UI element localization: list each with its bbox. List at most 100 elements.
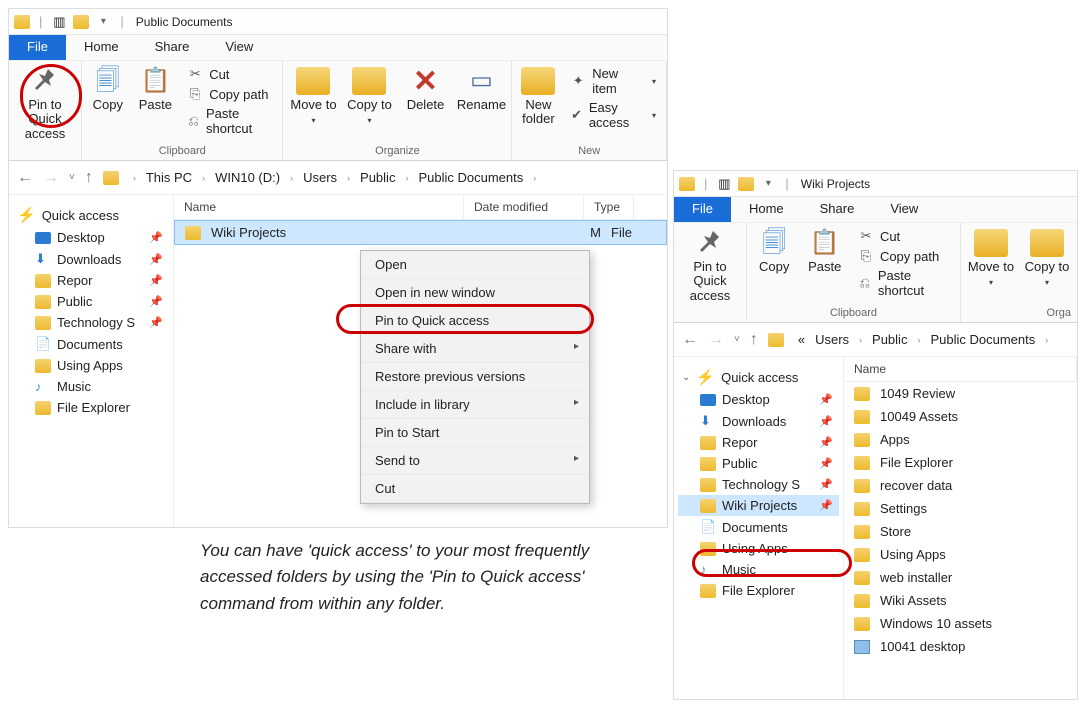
breadcrumb-item[interactable]: This PC	[142, 168, 196, 187]
sidebar-item[interactable]: Desktop📌	[678, 389, 839, 410]
sidebar-item[interactable]: ♪Music	[678, 559, 839, 580]
breadcrumb: «Users›Public›Public Documents›	[794, 330, 1052, 349]
new-item-button[interactable]: ✦New item ▾	[566, 64, 660, 98]
dropdown-quick-icon[interactable]: ▾	[760, 176, 776, 192]
tab-file[interactable]: File	[9, 35, 66, 60]
context-menu-item[interactable]: Open	[361, 251, 589, 279]
tab-share[interactable]: Share	[137, 35, 208, 60]
file-row[interactable]: Apps	[844, 428, 1077, 451]
breadcrumb-item[interactable]: Public	[356, 168, 399, 187]
sidebar-item[interactable]: Repor📌	[678, 432, 839, 453]
move-to-button[interactable]: Move to ▾	[967, 226, 1015, 289]
file-row[interactable]: Settings	[844, 497, 1077, 520]
breadcrumb-item[interactable]: WIN10 (D:)	[211, 168, 284, 187]
tab-view[interactable]: View	[207, 35, 271, 60]
file-row[interactable]: 1049 Review	[844, 382, 1077, 405]
context-menu-item[interactable]: Pin to Quick access	[361, 307, 589, 335]
folder-quick-icon[interactable]	[738, 176, 754, 192]
easy-access-button[interactable]: ✔Easy access ▾	[566, 98, 660, 132]
file-row[interactable]: web installer	[844, 566, 1077, 589]
file-row[interactable]: Using Apps	[844, 543, 1077, 566]
sidebar-item[interactable]: Technology S📌	[678, 474, 839, 495]
breadcrumb-item[interactable]: Users	[811, 330, 853, 349]
copy-to-button[interactable]: Copy to ▾	[1023, 226, 1071, 289]
copy-button[interactable]: 🗐 Copy	[88, 64, 128, 112]
sidebar-item[interactable]: Repor📌	[13, 270, 169, 291]
back-button[interactable]: ←	[17, 169, 33, 187]
pin-to-quick-access-button[interactable]: Pin to Quick access	[15, 64, 75, 141]
file-row[interactable]: 10049 Assets	[844, 405, 1077, 428]
copy-path-button[interactable]: ⎘Copy path	[183, 84, 276, 104]
paste-button[interactable]: 📋Paste	[803, 226, 845, 274]
tab-home[interactable]: Home	[731, 197, 802, 222]
file-row[interactable]: File Explorer	[844, 451, 1077, 474]
context-menu-item[interactable]: Share with	[361, 335, 589, 363]
breadcrumb-item[interactable]: Users	[299, 168, 341, 187]
delete-button[interactable]: ✕ Delete	[401, 64, 449, 112]
sidebar-item[interactable]: Desktop📌	[13, 227, 169, 248]
breadcrumb-item[interactable]: Public Documents	[926, 330, 1039, 349]
file-row[interactable]: Store	[844, 520, 1077, 543]
file-row[interactable]: 10041 desktop	[844, 635, 1077, 658]
folder-quick-icon[interactable]	[73, 14, 89, 30]
sidebar-item[interactable]: File Explorer	[678, 580, 839, 601]
copy-path-button[interactable]: ⎘Copy path	[854, 246, 954, 266]
quick-access-header[interactable]: ⚡ Quick access	[13, 203, 169, 227]
recent-button[interactable]: ˅	[69, 172, 75, 183]
copy-button[interactable]: 🗐Copy	[753, 226, 795, 274]
context-menu-item[interactable]: Open in new window	[361, 279, 589, 307]
file-row-wiki-projects[interactable]: Wiki Projects M File	[174, 220, 667, 245]
cut-button[interactable]: ✂Cut	[854, 226, 954, 246]
sidebar-item[interactable]: ⬇Downloads📌	[678, 410, 839, 432]
pin-to-quick-access-button[interactable]: Pin to Quick access	[680, 226, 740, 303]
sidebar-item[interactable]: ⬇Downloads📌	[13, 248, 169, 270]
tab-view[interactable]: View	[872, 197, 936, 222]
sidebar-item[interactable]: Using Apps	[13, 355, 169, 376]
file-row[interactable]: Wiki Assets	[844, 589, 1077, 612]
new-folder-button[interactable]: New folder	[518, 64, 558, 127]
context-menu-item[interactable]: Restore previous versions	[361, 363, 589, 391]
context-menu-item[interactable]: Pin to Start	[361, 419, 589, 447]
sidebar-item[interactable]: ♪Music	[13, 376, 169, 397]
context-menu-item[interactable]: Send to	[361, 447, 589, 475]
quick-access-header[interactable]: ⌄ ⚡ Quick access	[678, 365, 839, 389]
file-row[interactable]: Windows 10 assets	[844, 612, 1077, 635]
back-button[interactable]: ←	[682, 331, 698, 349]
file-row[interactable]: recover data	[844, 474, 1077, 497]
col-name[interactable]: Name	[174, 195, 464, 219]
up-button[interactable]: ↑	[85, 169, 93, 187]
breadcrumb-item[interactable]: Public Documents	[414, 168, 527, 187]
sidebar-item[interactable]: Wiki Projects📌	[678, 495, 839, 516]
sidebar-item[interactable]: Technology S📌	[13, 312, 169, 333]
tab-home[interactable]: Home	[66, 35, 137, 60]
forward-button[interactable]: →	[43, 169, 59, 187]
up-button[interactable]: ↑	[750, 331, 758, 349]
breadcrumb-item[interactable]: Public	[868, 330, 911, 349]
sidebar-item[interactable]: File Explorer	[13, 397, 169, 418]
rename-button[interactable]: ▭ Rename	[457, 64, 505, 112]
shortcut-icon: ⎌	[858, 275, 872, 291]
sidebar-item[interactable]: 📄Documents	[13, 333, 169, 355]
col-type[interactable]: Type	[584, 195, 634, 219]
paste-shortcut-button[interactable]: ⎌Paste shortcut	[854, 266, 954, 300]
paste-button[interactable]: 📋 Paste	[136, 64, 176, 112]
recent-button[interactable]: ˅	[734, 334, 740, 345]
paste-shortcut-button[interactable]: ⎌Paste shortcut	[183, 104, 276, 138]
sidebar-item[interactable]: Using Apps	[678, 538, 839, 559]
properties-quick-icon[interactable]: ▥	[716, 176, 732, 192]
forward-button[interactable]: →	[708, 331, 724, 349]
properties-quick-icon[interactable]: ▥	[51, 14, 67, 30]
dropdown-quick-icon[interactable]: ▾	[95, 14, 111, 30]
col-name[interactable]: Name	[844, 357, 1077, 381]
sidebar-item[interactable]: Public📌	[13, 291, 169, 312]
cut-button[interactable]: ✂Cut	[183, 64, 276, 84]
context-menu-item[interactable]: Cut	[361, 475, 589, 503]
sidebar-item[interactable]: 📄Documents	[678, 516, 839, 538]
tab-file[interactable]: File	[674, 197, 731, 222]
sidebar-item[interactable]: Public📌	[678, 453, 839, 474]
col-date[interactable]: Date modified	[464, 195, 584, 219]
tab-share[interactable]: Share	[802, 197, 873, 222]
copy-to-button[interactable]: Copy to ▾	[345, 64, 393, 127]
move-to-button[interactable]: Move to ▾	[289, 64, 337, 127]
context-menu-item[interactable]: Include in library	[361, 391, 589, 419]
